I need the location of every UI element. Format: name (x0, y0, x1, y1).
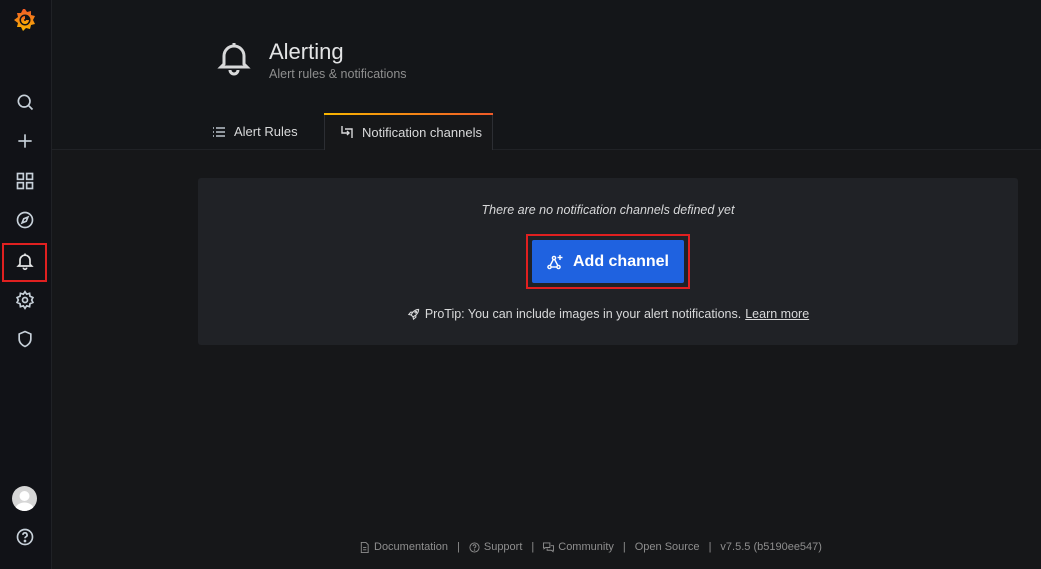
channel-add-icon (547, 254, 563, 269)
tab-alert-rules[interactable]: Alert Rules (212, 113, 298, 150)
comments-icon (543, 541, 555, 553)
add-channel-button[interactable]: Add channel (532, 240, 684, 283)
page-subtitle: Alert rules & notifications (269, 67, 407, 81)
footer-separator: | (457, 541, 460, 553)
footer-documentation-link[interactable]: Documentation (359, 541, 448, 553)
search-icon[interactable] (12, 89, 38, 115)
grafana-logo-icon[interactable] (12, 7, 38, 33)
empty-state-message: There are no notification channels defin… (481, 203, 735, 217)
protip-text: ProTip: You can include images in your a… (424, 307, 742, 321)
footer-community-link[interactable]: Community (543, 541, 614, 553)
protip: ProTip: You can include images in your a… (198, 307, 1018, 321)
footer-separator: | (622, 541, 626, 553)
channel-icon (341, 126, 353, 138)
gear-icon[interactable] (12, 287, 38, 313)
footer-support-link[interactable]: Support (469, 541, 522, 553)
tab-label: Notification channels (362, 124, 482, 140)
footer-version[interactable]: v7.5.5 (b5190ee547) (720, 541, 822, 553)
question-circle-icon (469, 541, 480, 553)
empty-state-panel: There are no notification channels defin… (198, 178, 1018, 345)
bell-icon[interactable] (12, 248, 38, 274)
shield-icon[interactable] (12, 326, 38, 352)
learn-more-link[interactable]: Learn more (745, 307, 809, 321)
apps-icon[interactable] (12, 168, 38, 194)
help-icon[interactable] (12, 524, 38, 550)
list-icon (213, 126, 225, 137)
footer-open-source-link[interactable]: Open Source (635, 541, 700, 553)
bell-icon (215, 39, 253, 77)
tab-notification-channels[interactable]: Notification channels (324, 113, 493, 150)
page-header (52, 0, 1041, 150)
compass-icon[interactable] (12, 207, 38, 233)
add-channel-label: Add channel (572, 252, 669, 270)
tab-label: Alert Rules (234, 124, 298, 139)
footer-separator: | (531, 541, 535, 553)
sidebar (0, 0, 52, 569)
document-icon (360, 541, 369, 553)
avatar[interactable] (12, 486, 37, 511)
footer: Documentation | Support | Community | Op… (359, 541, 822, 553)
footer-separator: | (708, 541, 712, 553)
rocket-icon (407, 308, 419, 320)
plus-icon[interactable] (12, 128, 38, 154)
page-title: Alerting (269, 39, 344, 64)
